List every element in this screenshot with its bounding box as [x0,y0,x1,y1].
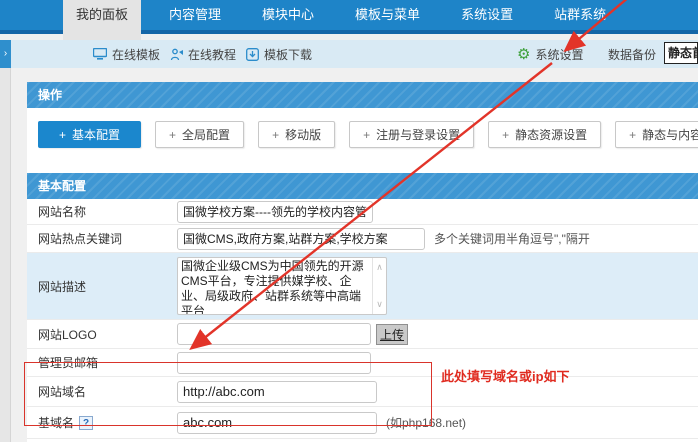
site-domain-input[interactable] [177,381,377,403]
help-icon[interactable]: ? [79,416,93,430]
nav-tab-my-panel[interactable]: 我的面板 [63,0,141,40]
online-tutorial-item[interactable]: 在线教程 [170,40,236,68]
basic-config-button[interactable]: +基本配置 [38,121,141,148]
top-nav-tabs: 我的面板 内容管理 模块中心 模板与菜单 系统设置 站群系统 [63,0,634,30]
base-domain-hint: (如php168.net) [386,414,466,431]
online-template-label: 在线模板 [112,46,160,63]
monitor-icon [93,48,107,60]
site-description-text: 国微企业级CMS为中国领先的开源CMS平台，专注提供媒学校、企业、局级政府、站群… [181,259,370,315]
site-description-textarea[interactable]: 国微企业级CMS为中国领先的开源CMS平台，专注提供媒学校、企业、局级政府、站群… [177,257,387,315]
site-logo-input[interactable] [177,323,371,345]
annotation-domain-note: 此处填写域名或ip如下 [441,366,570,385]
collapsed-sidebar-strip[interactable] [0,68,11,442]
operation-section-header: 操作 [27,82,698,108]
data-backup-label: 数据备份 [608,46,656,63]
download-icon [246,48,259,61]
admin-email-input[interactable] [177,352,371,374]
site-keywords-label: 网站热点关键词 [27,230,177,247]
plus-icon: + [59,128,66,142]
tutorial-icon [170,48,183,61]
nav-tab-module-center[interactable]: 模块中心 [249,0,327,30]
site-logo-row: 网站LOGO 上传 [27,320,698,349]
base-domain-row: 基域名 ? (如php168.net) [27,407,698,439]
base-domain-input[interactable] [177,412,377,434]
online-template-item[interactable]: 在线模板 [93,40,160,68]
main-panel: 操作 +基本配置 +全局配置 +移动版 +注册与登录设置 +静态资源设置 +静态… [27,82,698,442]
base-domain-label: 基域名 ? [27,414,177,431]
nav-tab-site-group[interactable]: 站群系统 [541,0,619,30]
site-domain-label: 网站域名 [27,383,177,400]
global-config-button[interactable]: +全局配置 [155,121,244,148]
system-settings-label: 系统设置 [535,46,583,63]
template-download-item[interactable]: 模板下载 [246,40,312,68]
static-home-button[interactable]: 静态首 [664,42,698,64]
keywords-hint: 多个关键词用半角逗号","隔开 [434,230,590,247]
system-settings-item[interactable]: ⚙ 系统设置 [517,40,583,68]
plus-icon: + [363,128,370,142]
admin-email-row: 管理员邮箱 [27,349,698,377]
site-domain-row: 网站域名 [27,377,698,407]
gear-icon: ⚙ [517,47,530,62]
mobile-version-button[interactable]: +移动版 [258,121,335,148]
nav-tab-content-mgmt[interactable]: 内容管理 [156,0,234,30]
register-login-settings-button[interactable]: +注册与登录设置 [349,121,474,148]
site-keywords-input[interactable] [177,228,425,250]
site-name-label: 网站名称 [27,203,177,220]
admin-email-label: 管理员邮箱 [27,354,177,371]
plus-icon: + [502,128,509,142]
site-name-row: 网站名称 [27,199,698,225]
scroll-down-icon[interactable]: ∨ [376,297,383,312]
site-name-input[interactable] [177,201,373,223]
nav-tab-system-settings[interactable]: 系统设置 [448,0,526,30]
site-description-label: 网站描述 [27,278,177,295]
static-resource-settings-button[interactable]: +静态资源设置 [488,121,601,148]
site-logo-label: 网站LOGO [27,326,177,343]
basic-config-section-header: 基本配置 [27,173,698,199]
textarea-scrollbar[interactable]: ∧ ∨ [372,258,386,314]
static-content-settings-button[interactable]: +静态与内容设置 [615,121,698,148]
sidebar-toggle-button[interactable]: › [0,40,11,68]
plus-icon: + [272,128,279,142]
site-keywords-row: 网站热点关键词 多个关键词用半角逗号","隔开 [27,225,698,253]
data-backup-item[interactable]: 数据备份 [608,40,656,68]
template-download-label: 模板下载 [264,46,312,63]
online-tutorial-label: 在线教程 [188,46,236,63]
plus-icon: + [169,128,176,142]
plus-icon: + [629,128,636,142]
upload-button[interactable]: 上传 [376,324,408,345]
nav-tab-template-menu[interactable]: 模板与菜单 [342,0,433,30]
scroll-up-icon[interactable]: ∧ [376,260,383,275]
site-description-row: 网站描述 国微企业级CMS为中国领先的开源CMS平台，专注提供媒学校、企业、局级… [27,253,698,320]
config-button-row: +基本配置 +全局配置 +移动版 +注册与登录设置 +静态资源设置 +静态与内容… [27,108,698,161]
